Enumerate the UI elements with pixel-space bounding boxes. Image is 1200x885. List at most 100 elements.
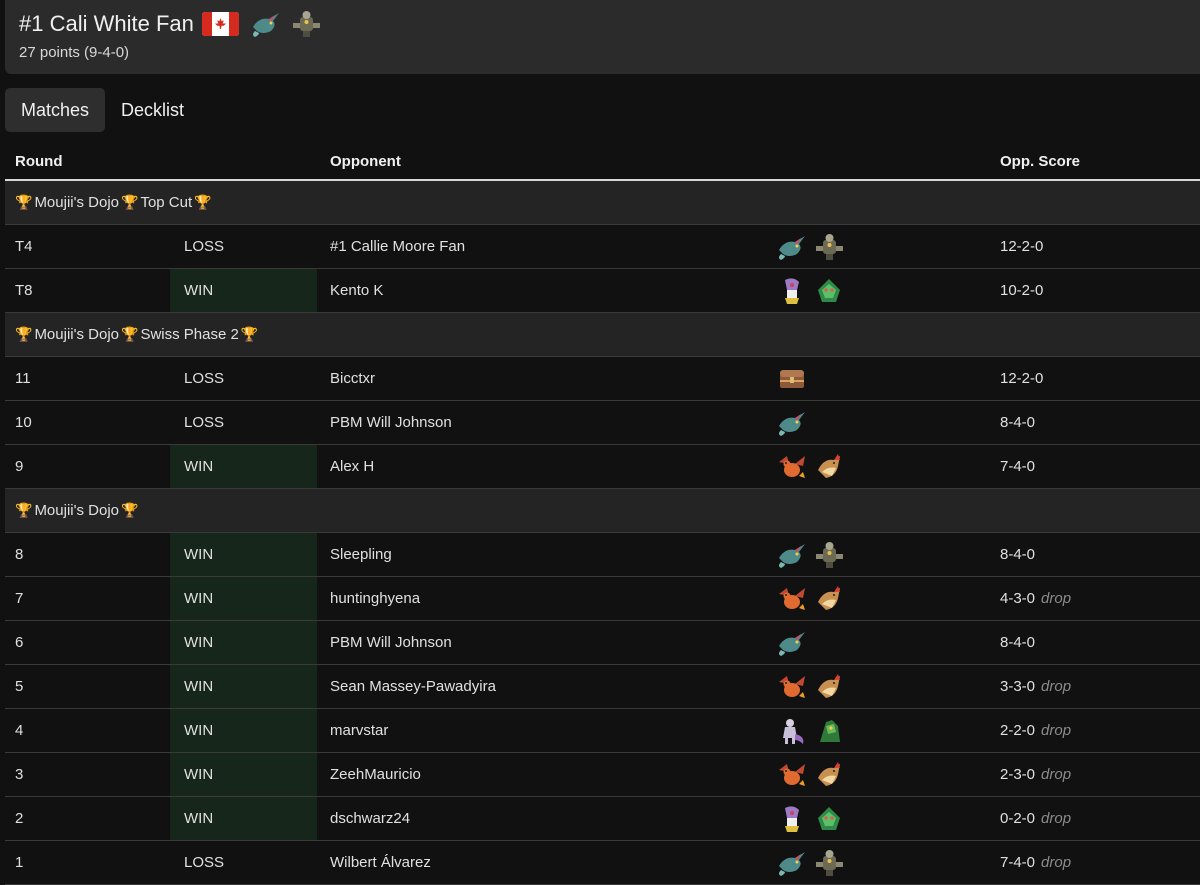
charizard-icon: [775, 584, 809, 614]
drop-label: drop: [1041, 766, 1072, 783]
pidgeot-icon: [812, 672, 846, 702]
deck-icons[interactable]: [763, 408, 1000, 438]
opp-score-cell: 12-2-0: [1000, 238, 1200, 255]
table-row[interactable]: 11 LOSS Bicctxr 12-2-0: [5, 357, 1200, 401]
table-body: 🏆 Moujii's Dojo 🏆 Top Cut 🏆 T4 LOSS #1 Callie M…: [5, 181, 1200, 885]
section-label-text: Moujii's Dojo: [34, 502, 119, 519]
player-record: 27 points (9-4-0): [19, 44, 130, 61]
table-row[interactable]: 10 LOSS PBM Will Johnson 8-4-0: [5, 401, 1200, 445]
opp-score-cell: 2-3-0 drop: [1000, 766, 1200, 783]
dragapult-icon: [775, 540, 809, 570]
mewtwo-icon: [775, 716, 809, 746]
result-cell: WIN: [170, 709, 317, 752]
charizard-icon: [775, 672, 809, 702]
opp-score: 3-3-0: [1000, 678, 1036, 695]
opp-score-cell: 10-2-0: [1000, 282, 1200, 299]
deck-icons[interactable]: [763, 276, 1000, 306]
deck-icons[interactable]: [763, 232, 1000, 262]
opp-score-cell: 12-2-0: [1000, 370, 1200, 387]
table-row[interactable]: 6 WIN PBM Will Johnson 8-4-0: [5, 621, 1200, 665]
deck-icons[interactable]: [763, 452, 1000, 482]
opp-score: 2-2-0: [1000, 722, 1036, 739]
opp-score: 7-4-0: [1000, 458, 1036, 475]
section-label-text: Moujii's Dojo: [34, 194, 119, 211]
opp-score-cell: 0-2-0 drop: [1000, 810, 1200, 827]
drop-label: drop: [1041, 854, 1072, 871]
gardevoir-icon: [775, 804, 809, 834]
result-cell: WIN: [170, 445, 317, 488]
result-cell: WIN: [170, 797, 317, 840]
result-cell: LOSS: [184, 414, 225, 431]
opp-score-cell: 7-4-0 drop: [1000, 854, 1200, 871]
drop-label: drop: [1041, 678, 1072, 695]
dragapult-icon: [775, 232, 809, 262]
deck-icons[interactable]: [763, 760, 1000, 790]
round-cell: 10: [15, 414, 32, 431]
chest-icon: [775, 364, 809, 394]
charizard-icon: [775, 760, 809, 790]
round-cell: 3: [15, 766, 24, 783]
header-round: Round: [15, 152, 63, 170]
round-cell: 8: [15, 546, 24, 563]
dragapult-icon: [775, 848, 809, 878]
opponent-name[interactable]: Kento K: [317, 282, 763, 299]
dusknoir-icon: [812, 540, 846, 570]
opp-score: 2-3-0: [1000, 766, 1036, 783]
trophy-icon: 🏆: [15, 194, 33, 210]
deck-icons[interactable]: [763, 628, 1000, 658]
table-row[interactable]: 5 WIN Sean Massey-Pawadyira 3-3-0 drop: [5, 665, 1200, 709]
table-row[interactable]: 1 LOSS Wilbert Álvarez 7-4-0 drop: [5, 841, 1200, 885]
opp-score-cell: 7-4-0: [1000, 458, 1200, 475]
dragapult-icon: [249, 9, 283, 39]
opponent-name[interactable]: Alex H: [317, 458, 763, 475]
deck-icons[interactable]: [763, 848, 1000, 878]
opponent-name[interactable]: Bicctxr: [317, 370, 763, 387]
opponent-name[interactable]: PBM Will Johnson: [317, 634, 763, 651]
opponent-name[interactable]: #1 Callie Moore Fan: [317, 238, 763, 255]
opp-score: 7-4-0: [1000, 854, 1036, 871]
table-row[interactable]: 8 WIN Sleepling 8-4-0: [5, 533, 1200, 577]
round-cell: 9: [15, 458, 24, 475]
pidgeot-icon: [812, 584, 846, 614]
opp-score-cell: 8-4-0: [1000, 414, 1200, 431]
deck-icons[interactable]: [763, 716, 1000, 746]
opponent-name[interactable]: huntinghyena: [317, 590, 763, 607]
tab-bar: Matches Decklist: [5, 88, 200, 132]
pidgeot-icon: [812, 452, 846, 482]
deck-icons[interactable]: [763, 364, 1000, 394]
opponent-name[interactable]: Sean Massey-Pawadyira: [317, 678, 763, 695]
deck-icons[interactable]: [763, 584, 1000, 614]
grass-icon: [812, 276, 846, 306]
opponent-name[interactable]: ZeehMauricio: [317, 766, 763, 783]
section-header: 🏆 Moujii's Dojo 🏆 Top Cut 🏆: [5, 181, 1200, 225]
opponent-name[interactable]: Sleepling: [317, 546, 763, 563]
result-cell: WIN: [170, 533, 317, 576]
deck-icons[interactable]: [763, 672, 1000, 702]
section-header: 🏆 Moujii's Dojo 🏆: [5, 489, 1200, 533]
table-row[interactable]: 9 WIN Alex H 7-4-0: [5, 445, 1200, 489]
trophy-icon: 🏆: [15, 502, 33, 518]
tab-matches[interactable]: Matches: [5, 88, 106, 132]
table-row[interactable]: 3 WIN ZeehMauricio 2-3-0 drop: [5, 753, 1200, 797]
header-opponent: Opponent: [330, 152, 401, 170]
round-cell: 4: [15, 722, 24, 739]
table-row[interactable]: 2 WIN dschwarz24 0-2-0 drop: [5, 797, 1200, 841]
table-row[interactable]: 4 WIN marvstar 2-2-0 drop: [5, 709, 1200, 753]
opp-score: 4-3-0: [1000, 590, 1036, 607]
table-row[interactable]: T8 WIN Kento K 10-2-0: [5, 269, 1200, 313]
player-name: #1 Cali White Fan: [19, 11, 194, 36]
opponent-name[interactable]: Wilbert Álvarez: [317, 854, 763, 871]
charizard-icon: [775, 452, 809, 482]
tab-decklist[interactable]: Decklist: [105, 88, 200, 132]
opponent-name[interactable]: dschwarz24: [317, 810, 763, 827]
deck-icons[interactable]: [763, 540, 1000, 570]
deck-icons[interactable]: [763, 804, 1000, 834]
table-row[interactable]: T4 LOSS #1 Callie Moore Fan 12-2-0: [5, 225, 1200, 269]
dusknoir-icon: [289, 9, 323, 39]
round-cell: 11: [15, 370, 31, 387]
opponent-name[interactable]: PBM Will Johnson: [317, 414, 763, 431]
round-cell: 1: [15, 854, 24, 871]
opponent-name[interactable]: marvstar: [317, 722, 763, 739]
result-cell: LOSS: [184, 370, 225, 387]
table-row[interactable]: 7 WIN huntinghyena 4-3-0 drop: [5, 577, 1200, 621]
